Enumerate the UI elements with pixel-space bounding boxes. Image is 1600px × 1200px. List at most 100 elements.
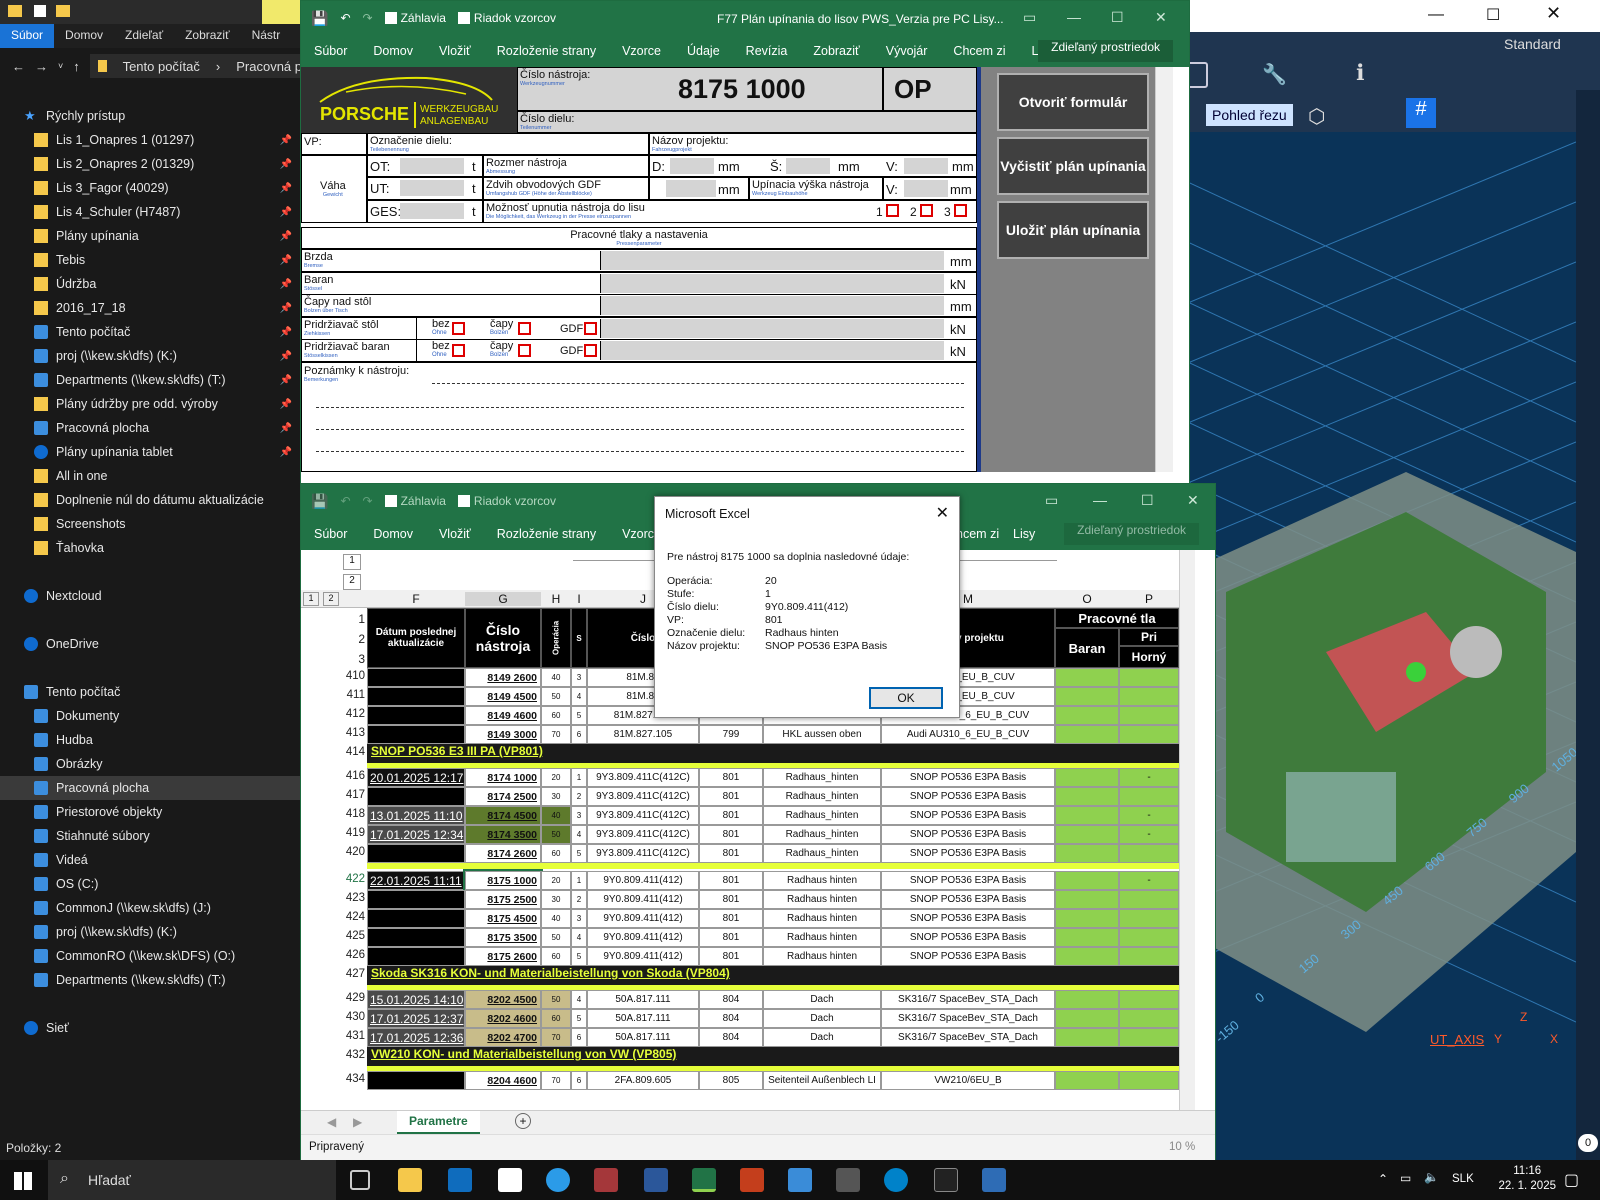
table-row[interactable]: 17.01.2025 12:36 8202 4700 70 6 50A.817.111 8…: [367, 1028, 1179, 1047]
part-cell[interactable]: 9Y3.809.411C(412C): [587, 787, 699, 806]
part-name-cell[interactable]: Označenie dielu: Teilebenennung: [367, 133, 649, 155]
op-cell[interactable]: 50: [541, 928, 571, 947]
horny-cell[interactable]: [1119, 909, 1179, 928]
ribbon-tab[interactable]: Súbor: [301, 527, 360, 541]
part-cell[interactable]: 50A.817.111: [587, 1009, 699, 1028]
nav-item[interactable]: Tebis 📌: [0, 248, 302, 272]
ot-cell[interactable]: OT: t: [367, 155, 483, 177]
part-cell[interactable]: 50A.817.111: [587, 1028, 699, 1047]
open-form-button[interactable]: Otvoriť formulár: [997, 73, 1149, 131]
horny-cell[interactable]: [1119, 706, 1179, 725]
part-name-cell[interactable]: Dach: [763, 1028, 881, 1047]
windows-start-icon[interactable]: [14, 1172, 32, 1190]
redo-icon[interactable]: ↷: [363, 494, 373, 508]
capy-checkbox[interactable]: [518, 321, 531, 335]
row-number[interactable]: 425: [301, 930, 367, 942]
date-cell[interactable]: 20.01.2025 12:17: [367, 768, 465, 787]
tool-number-cell[interactable]: 8175 2500: [465, 890, 541, 909]
column-letter[interactable]: P: [1119, 592, 1179, 606]
part-name-cell[interactable]: Radhaus hinten: [763, 928, 881, 947]
nav-item[interactable]: ★ Rýchly prístup: [0, 104, 302, 128]
search-box[interactable]: ⌕ Hľadať: [48, 1160, 336, 1200]
share-button[interactable]: Zdieľaný prostriedok: [1038, 40, 1173, 62]
close-icon[interactable]: ✕: [1546, 3, 1561, 24]
row-number[interactable]: 414: [301, 746, 367, 758]
project-cell[interactable]: SNOP PO536 E3PA Basis: [881, 806, 1055, 825]
ribbon-tab[interactable]: Domov: [360, 527, 426, 541]
ut-cell[interactable]: UT: t: [367, 177, 483, 200]
group-band-row[interactable]: VW210 KON- und Materialbeistellung von V…: [367, 1047, 1179, 1066]
nav-item[interactable]: Priestorové objekty: [0, 800, 302, 824]
op-cell[interactable]: 50: [541, 687, 571, 706]
vp-cell[interactable]: 801: [699, 909, 763, 928]
part-cell[interactable]: 9Y0.809.411(412): [587, 909, 699, 928]
tebis-icon[interactable]: [982, 1168, 1006, 1192]
s-cell[interactable]: 6: [571, 1071, 587, 1090]
op-cell[interactable]: 20: [541, 871, 571, 890]
table-row[interactable]: 8204 4600 70 6 2FA.809.605 805 Seitenteil Auß…: [367, 1071, 1179, 1090]
vp-cell[interactable]: 801: [699, 825, 763, 844]
maximize-icon[interactable]: ☐: [1486, 5, 1500, 25]
op-cell[interactable]: 30: [541, 787, 571, 806]
save-icon[interactable]: 💾: [311, 10, 328, 27]
vp-cell[interactable]: 804: [699, 1009, 763, 1028]
column-letter[interactable]: I: [571, 592, 587, 606]
op-cell[interactable]: 20: [541, 768, 571, 787]
project-cell[interactable]: SNOP PO536 E3PA Basis: [881, 947, 1055, 966]
date-cell[interactable]: 13.01.2025 11:10: [367, 806, 465, 825]
tool-number-cell[interactable]: 8174 3500: [465, 825, 541, 844]
project-cell[interactable]: SK316/7 SpaceBev_STA_Dach: [881, 990, 1055, 1009]
ribbon-tab[interactable]: Rozloženie strany: [484, 527, 609, 541]
horny-cell[interactable]: [1119, 844, 1179, 863]
ribbon-tab[interactable]: Domov: [54, 24, 114, 48]
table-row[interactable]: 8149 3000 70 6 81M.827.105 799 HKL aussen obe…: [367, 725, 1179, 744]
op-cell[interactable]: 30: [541, 890, 571, 909]
table-row[interactable]: 8175 3500 50 4 9Y0.809.411(412) 801 Radhaus h…: [367, 928, 1179, 947]
part-cell[interactable]: 9Y3.809.411C(412C): [587, 768, 699, 787]
nav-item[interactable]: Lis 3_Fagor (40029) 📌: [0, 176, 302, 200]
op-cell[interactable]: 50: [541, 825, 571, 844]
baran-cell[interactable]: [1055, 1028, 1119, 1047]
ribbon-tab[interactable]: Zobraziť: [174, 24, 241, 48]
row-number[interactable]: 431: [301, 1030, 367, 1042]
project-cell[interactable]: SNOP PO536 E3PA Basis: [881, 825, 1055, 844]
s-cell[interactable]: 6: [571, 1028, 587, 1047]
date-cell[interactable]: [367, 687, 465, 706]
op-cell[interactable]: 60: [541, 947, 571, 966]
horny-cell[interactable]: -: [1119, 806, 1179, 825]
nav-item[interactable]: Lis 2_Onapres 2 (01329) 📌: [0, 152, 302, 176]
bez-checkbox[interactable]: [452, 321, 465, 335]
press-checkbox[interactable]: [886, 204, 899, 217]
s-cell[interactable]: 5: [571, 947, 587, 966]
tab-lisy[interactable]: Lisy: [1013, 527, 1035, 541]
horny-cell[interactable]: [1119, 1071, 1179, 1090]
part-cell[interactable]: 9Y0.809.411(412): [587, 928, 699, 947]
date-cell[interactable]: 17.01.2025 12:37: [367, 1009, 465, 1028]
tool-number-cell[interactable]: 8175 4500: [465, 909, 541, 928]
param-value-field[interactable]: [600, 273, 944, 293]
s-cell[interactable]: 3: [571, 806, 587, 825]
row-number[interactable]: 420: [301, 846, 367, 858]
baran-cell[interactable]: [1055, 768, 1119, 787]
s-cell[interactable]: 4: [571, 825, 587, 844]
table-row[interactable]: 8174 2500 30 2 9Y3.809.411C(412C) 801 Radhaus…: [367, 787, 1179, 806]
horny-cell[interactable]: -: [1119, 768, 1179, 787]
op-cell[interactable]: 70: [541, 725, 571, 744]
date-cell[interactable]: 17.01.2025 12:36: [367, 1028, 465, 1047]
capy-checkbox[interactable]: [518, 344, 531, 358]
project-cell[interactable]: SNOP PO536 E3PA Basis: [881, 890, 1055, 909]
checkbox-icon[interactable]: [34, 5, 46, 17]
task-view-icon[interactable]: [350, 1170, 370, 1190]
table-row[interactable]: 13.01.2025 11:10 8174 4500 40 3 9Y3.809.411C…: [367, 806, 1179, 825]
param-value-field[interactable]: [600, 296, 944, 316]
row-number[interactable]: 430: [301, 1011, 367, 1023]
table-row[interactable]: 17.01.2025 12:34 8174 3500 50 4 9Y3.809.411C…: [367, 825, 1179, 844]
ribbon-tab[interactable]: Nástr: [241, 24, 292, 48]
baran-cell[interactable]: [1055, 668, 1119, 687]
row-number[interactable]: 418: [301, 808, 367, 820]
dimension-values[interactable]: D: mm Š: mm V: mm: [649, 155, 977, 177]
nav-item[interactable]: proj (\\kew.sk\dfs) (K:): [0, 920, 302, 944]
vp-cell[interactable]: 801: [699, 928, 763, 947]
maximize-icon[interactable]: ☐: [1141, 492, 1154, 509]
date-cell[interactable]: [367, 706, 465, 725]
